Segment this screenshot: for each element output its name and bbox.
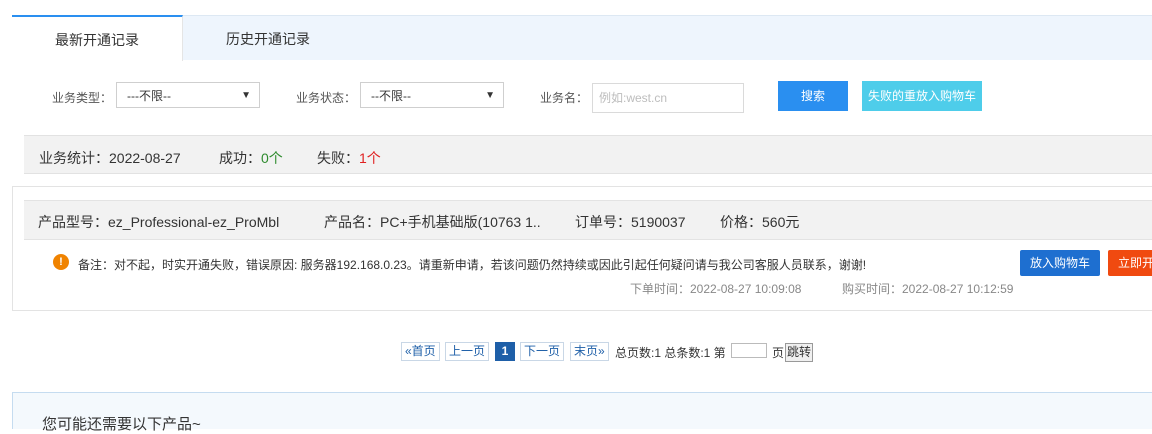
product-name: 产品名：PC+手机基础版(10763 1.. [324,214,541,230]
page-next[interactable]: 下一页 [520,342,565,361]
status-select[interactable]: --不限-- ▼ [360,82,504,108]
price: 价格：560元 [720,214,800,230]
open-now-button[interactable]: 立即开 [1108,250,1152,276]
fail-label: 失败： [317,150,359,166]
type-select[interactable]: ---不限-- ▼ [116,82,260,108]
buy-time: 购买时间：2022-08-27 10:12:59 [842,282,1014,296]
type-label: 业务类型： [52,91,113,105]
name-label: 业务名： [540,91,589,105]
tab-latest-records[interactable]: 最新开通记录 [12,15,183,61]
type-select-value: ---不限-- [127,89,171,103]
remark-text: 备注：对不起，时实开通失败，错误原因: 服务器192.168.0.23。请重新申… [78,258,867,272]
status-select-value: --不限-- [371,89,411,103]
add-to-cart-button[interactable]: 放入购物车 [1020,250,1100,276]
search-button[interactable]: 搜索 [778,81,848,111]
page-current[interactable]: 1 [495,342,515,361]
page-number-input[interactable] [731,343,767,358]
record-header: 产品型号：ez_Professional-ez_ProMbl 产品名：PC+手机… [24,200,1152,240]
status-label: 业务状态： [296,91,357,105]
tab-bar: 最新开通记录 历史开通记录 [12,15,1152,61]
chevron-down-icon: ▼ [241,90,251,101]
tab-history-records[interactable]: 历史开通记录 [182,16,354,60]
page-go-button[interactable]: 跳转 [785,343,814,362]
page-summary: 总页数:1 总条数:1 第 [615,346,726,360]
retry-failed-to-cart-button[interactable]: 失败的重放入购物车 [862,81,982,111]
fail-count: 失败：1个 [317,148,381,168]
recommend-title: 您可能还需要以下产品~ [42,416,201,433]
success-count: 成功：0个 [219,148,283,168]
page-prev[interactable]: 上一页 [445,342,490,361]
page-first[interactable]: «首页 [401,342,440,361]
chevron-down-icon: ▼ [485,90,495,101]
warning-icon: ! [53,254,69,270]
success-value: 0个 [261,150,283,166]
success-label: 成功： [219,150,261,166]
name-input[interactable]: 例如:west.cn [592,83,744,113]
page-unit: 页 [772,346,785,360]
order-time: 下单时间：2022-08-27 10:09:08 [630,282,802,296]
order-number: 订单号：5190037 [575,214,686,230]
page-last[interactable]: 末页» [570,342,609,361]
stats-bar: 业务统计：2022-08-27 成功：0个 失败：1个 [24,135,1152,174]
product-model: 产品型号：ez_Professional-ez_ProMbl [38,214,280,230]
stats-date: 业务统计：2022-08-27 [39,150,181,166]
fail-value: 1个 [359,150,381,166]
